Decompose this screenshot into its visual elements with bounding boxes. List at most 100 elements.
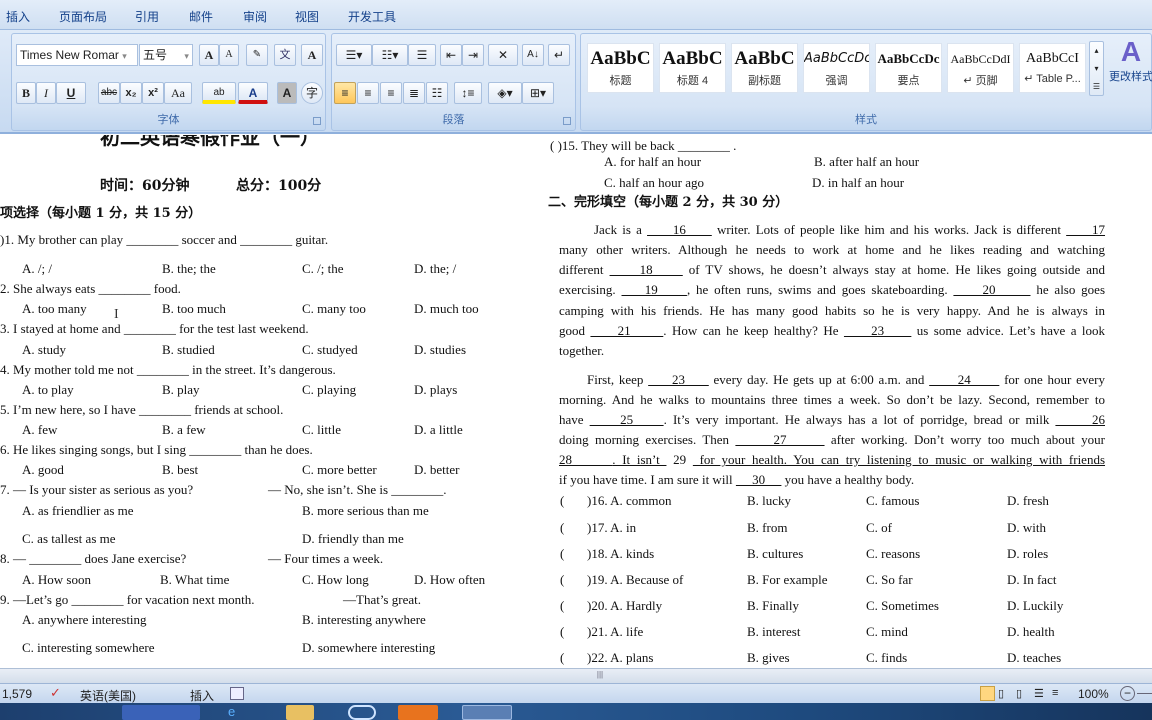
numbering-icon[interactable]: ☷▾ — [372, 44, 408, 66]
passage-text: morning. And he walks to mountains three… — [559, 392, 1105, 407]
passage-text: doing morning exercises. Then — [559, 432, 736, 447]
change-case-icon[interactable]: Aa — [164, 82, 192, 104]
align-center-icon[interactable]: ≡ — [357, 82, 379, 104]
line-spacing-icon[interactable]: ↕≡ — [454, 82, 482, 104]
highlight-icon[interactable]: ab — [202, 82, 236, 104]
multilevel-list-icon[interactable]: ☰ — [408, 44, 436, 66]
zoom-level[interactable]: 100% — [1078, 687, 1109, 701]
answer-option: D. teaches — [1007, 650, 1062, 665]
insert-mode-indicator[interactable]: 插入 — [190, 687, 214, 704]
shrink-font-icon[interactable]: A — [219, 44, 239, 66]
style-item[interactable]: AaBbCcDdI ↵ 页脚 — [947, 43, 1014, 93]
answer-number-option-a: )17. A. in — [587, 520, 637, 535]
answer-option: B. studied — [162, 342, 215, 357]
asian-layout-icon[interactable]: ✕ — [488, 44, 518, 66]
distributed-icon[interactable]: ☷ — [426, 82, 448, 104]
grow-font-icon[interactable]: A — [199, 44, 219, 66]
draft-view-icon[interactable]: ≡ — [1052, 687, 1058, 699]
language-indicator[interactable]: 英语(美国) — [80, 687, 136, 704]
style-preview: AaBbCcDc — [877, 51, 940, 66]
char-shading-icon[interactable]: A — [277, 82, 297, 104]
answer-option: B. from — [747, 520, 788, 535]
subscript-icon[interactable]: x₂ — [120, 82, 142, 104]
dialog-launcher-icon[interactable] — [563, 117, 571, 125]
italic-icon[interactable]: I — [36, 82, 56, 104]
style-preview: AaBbC — [590, 48, 651, 69]
font-size-combo[interactable]: 五号 ▾ — [139, 44, 193, 66]
dialog-launcher-icon[interactable] — [313, 117, 321, 125]
answer-option: D. a little — [414, 422, 463, 437]
borders-icon[interactable]: ⊞▾ — [522, 82, 554, 104]
document-title: 初二英语寒假作业（一） — [100, 135, 320, 149]
tab-references[interactable]: 引用 — [135, 8, 159, 25]
show-marks-icon[interactable]: ↵ — [548, 44, 570, 66]
horizontal-scrollbar[interactable]: ||| — [0, 668, 1152, 683]
print-layout-view-icon[interactable] — [980, 686, 995, 701]
scroll-thumb-grip-icon[interactable]: ||| — [592, 670, 608, 681]
answer-option: C. studyed — [302, 342, 358, 357]
answer-option: B. more serious than me — [302, 503, 429, 518]
answer-option: D. How often — [414, 572, 486, 587]
style-item[interactable]: AaBbCcI ↵ Table P... — [1019, 43, 1086, 93]
answer-number-option-a: )22. A. plans — [587, 650, 654, 665]
gallery-scroll[interactable]: ▴ ▾ ☰ — [1089, 41, 1104, 96]
clear-format-icon[interactable]: ✎ — [246, 44, 268, 66]
answer-paren: ( — [560, 493, 565, 508]
outline-view-icon[interactable]: ☰ — [1034, 687, 1044, 700]
tab-page-layout[interactable]: 页面布局 — [59, 8, 107, 25]
style-item[interactable]: AaBbCcDc 强调 — [803, 43, 870, 93]
tab-review[interactable]: 审阅 — [243, 8, 267, 25]
tab-mailings[interactable]: 邮件 — [189, 8, 213, 25]
zoom-slider[interactable] — [1137, 693, 1152, 694]
web-layout-icon[interactable]: ▯ — [1016, 687, 1022, 700]
tab-view[interactable]: 视图 — [295, 8, 319, 25]
phonetic-guide-icon[interactable]: 文 — [274, 44, 296, 66]
media-icon[interactable] — [348, 705, 376, 720]
bold-icon[interactable]: B — [16, 82, 36, 104]
ie-icon[interactable]: e — [228, 705, 252, 720]
word-taskbar-icon[interactable] — [462, 705, 512, 720]
char-border-icon[interactable]: A — [301, 44, 323, 66]
font-name-combo[interactable]: Times New Romar ▾ — [16, 44, 138, 66]
app-icon[interactable] — [398, 705, 438, 720]
document-page[interactable]: 初二英语寒假作业（一） 时间：60分钟 总分：100分 项选择（每小题 1 分，… — [0, 135, 1152, 668]
enclose-char-icon[interactable]: 字 — [301, 82, 323, 104]
section-heading-1: 项选择（每小题 1 分，共 15 分） — [0, 206, 202, 221]
align-right-icon[interactable]: ≡ — [380, 82, 402, 104]
font-color-icon[interactable]: A — [238, 82, 268, 104]
zoom-out-icon[interactable]: − — [1120, 686, 1135, 701]
proofing-icon[interactable]: ✓ — [50, 685, 61, 701]
word-count[interactable]: 1,579 — [2, 687, 32, 701]
change-styles-button[interactable]: A 更改样式 — [1109, 36, 1152, 84]
strikethrough-icon[interactable]: abc — [98, 82, 120, 104]
sort-icon[interactable]: A↓ — [522, 44, 544, 66]
shading-icon[interactable]: ◈▾ — [488, 82, 522, 104]
question-stem: 8. — ________ does Jane exercise? — [0, 551, 187, 566]
answer-option: D. Luckily — [1007, 598, 1064, 613]
macro-record-icon[interactable] — [230, 687, 244, 700]
style-item[interactable]: AaBbC 标题 — [587, 43, 654, 93]
explorer-icon[interactable] — [286, 705, 314, 720]
style-item[interactable]: AaBbC 副标题 — [731, 43, 798, 93]
answer-option: C. playing — [302, 382, 357, 397]
answer-option: A. anywhere interesting — [22, 612, 147, 627]
style-preview: AaBbC — [734, 48, 795, 69]
align-left-icon[interactable]: ≡ — [334, 82, 356, 104]
cloze-blank: 16 — [647, 222, 712, 237]
justify-icon[interactable]: ≣ — [403, 82, 425, 104]
increase-indent-icon[interactable]: ⇥ — [462, 44, 484, 66]
style-item[interactable]: AaBbC 标题 4 — [659, 43, 726, 93]
underline-icon[interactable]: U — [56, 82, 86, 104]
answer-option: C. as tallest as me — [22, 531, 116, 546]
cloze-blank: 20 — [953, 282, 1031, 297]
style-item[interactable]: AaBbCcDc 要点 — [875, 43, 942, 93]
taskbar-item[interactable] — [122, 705, 200, 720]
font-group-label: 字体 — [157, 114, 180, 126]
tab-developer[interactable]: 开发工具 — [348, 8, 396, 25]
decrease-indent-icon[interactable]: ⇤ — [440, 44, 462, 66]
styles-group-label: 样式 — [855, 114, 877, 126]
bullets-icon[interactable]: ☰▾ — [336, 44, 372, 66]
full-screen-reading-icon[interactable]: ▯ — [998, 687, 1004, 700]
tab-insert[interactable]: 插入 — [6, 8, 30, 25]
superscript-icon[interactable]: x² — [142, 82, 164, 104]
